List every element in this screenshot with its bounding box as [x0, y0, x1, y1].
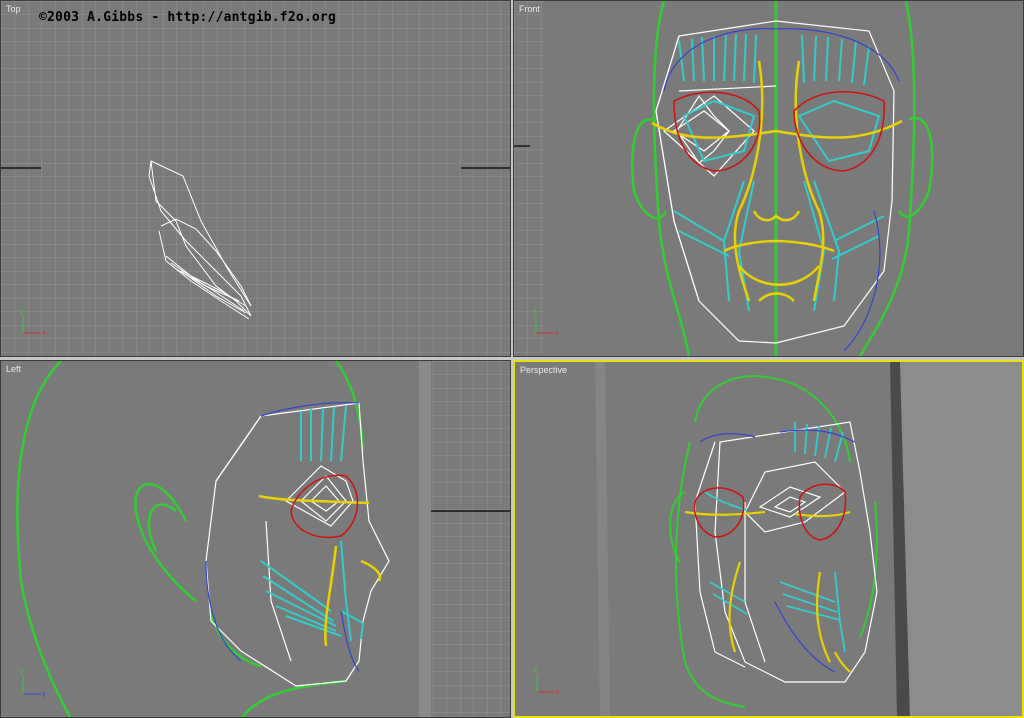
axis-right-label: x [42, 330, 46, 337]
viewport-label-top[interactable]: Top [6, 4, 21, 14]
axis-up-label: z [534, 667, 538, 674]
viewport-perspective[interactable]: z x Perspective [513, 360, 1024, 718]
axis-up-label: z [533, 308, 537, 315]
axis-right-label: x [556, 689, 560, 696]
viewport-label-perspective[interactable]: Perspective [520, 365, 567, 375]
copyright-text: ©2003 A.Gibbs - http://antgib.f2o.org [39, 10, 336, 25]
viewport-front[interactable]: z x Front [513, 0, 1024, 357]
axis-right-label: x [555, 330, 559, 337]
viewport-top[interactable]: y x Top ©2003 A.Gibbs - http://antgib.f2… [0, 0, 511, 357]
viewport-left[interactable]: z y Left [0, 360, 511, 718]
axis-up-label: y [20, 308, 24, 315]
perspective-view-canvas: z x [515, 362, 1022, 716]
backdrop-wall [900, 362, 1022, 716]
viewport-label-front[interactable]: Front [519, 4, 540, 14]
axis-up-label: z [20, 669, 24, 676]
viewport-label-left[interactable]: Left [6, 364, 21, 374]
axis-right-label: y [42, 691, 46, 698]
top-view-canvas: y x [1, 1, 510, 356]
left-view-canvas: z y [1, 361, 510, 717]
front-view-canvas: z x [514, 1, 1023, 356]
